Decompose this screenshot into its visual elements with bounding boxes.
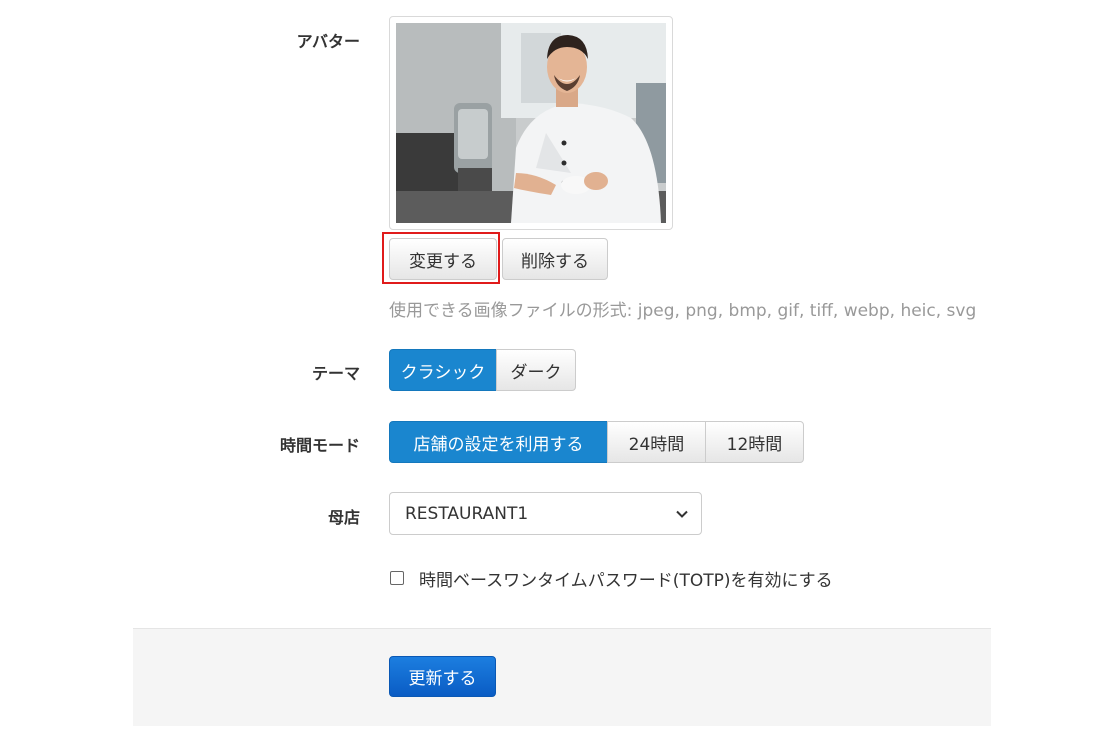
parent-store-label: 母店 [327, 508, 360, 527]
theme-option-classic[interactable]: クラシック [389, 349, 497, 391]
avatar-image [396, 23, 666, 223]
time-mode-label: 時間モード [279, 436, 360, 455]
theme-toggle: クラシック ダーク [389, 349, 576, 391]
form-footer [133, 628, 991, 726]
update-button[interactable]: 更新する [389, 656, 496, 697]
avatar-formats-hint: 使用できる画像ファイルの形式: jpeg, png, bmp, gif, tif… [389, 301, 977, 321]
delete-avatar-button[interactable]: 削除する [502, 238, 608, 280]
parent-store-select[interactable]: RESTAURANT1 [389, 492, 702, 535]
avatar-label: アバター [296, 32, 360, 51]
time-mode-toggle: 店舗の設定を利用する 24時間 12時間 [389, 421, 804, 463]
theme-label: テーマ [311, 364, 360, 383]
chevron-down-icon [676, 510, 688, 518]
time-mode-option-store[interactable]: 店舗の設定を利用する [389, 421, 608, 463]
highlight-frame [382, 232, 500, 284]
parent-store-selected-value: RESTAURANT1 [405, 503, 529, 524]
time-mode-option-24h[interactable]: 24時間 [607, 421, 706, 463]
totp-label[interactable]: 時間ベースワンタイムパスワード(TOTP)を有効にする [419, 566, 833, 591]
avatar-preview [389, 16, 673, 230]
time-mode-option-12h[interactable]: 12時間 [705, 421, 804, 463]
totp-checkbox[interactable] [390, 571, 404, 585]
theme-option-dark[interactable]: ダーク [496, 349, 576, 391]
